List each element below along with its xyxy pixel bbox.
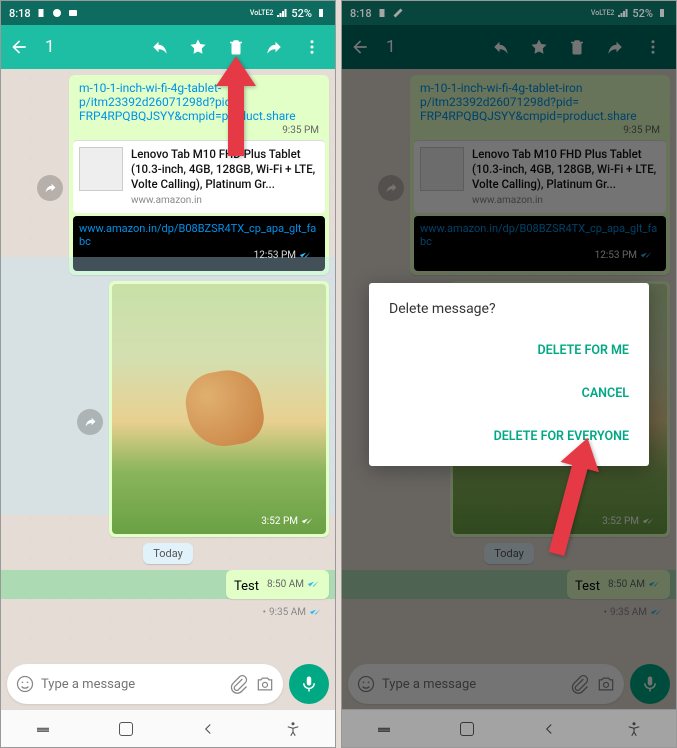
delete-for-me-button[interactable]: DELETE FOR ME bbox=[369, 329, 649, 372]
back-nav-icon[interactable] bbox=[199, 720, 217, 738]
status-time: 8:18 bbox=[9, 7, 31, 20]
chat-area: m-10-1-inch-wi-fi-4g-tablet-p/itm23392d2… bbox=[1, 69, 335, 659]
reply-icon[interactable] bbox=[151, 38, 169, 56]
preview-title: Lenovo Tab M10 FHD Plus Tablet (10.3-inc… bbox=[131, 147, 319, 192]
delete-for-everyone-button[interactable]: DELETE FOR EVERYONE bbox=[369, 415, 649, 458]
status-bar: 8:18 VoLTE2 52% bbox=[1, 1, 335, 25]
forward-badge-icon[interactable] bbox=[77, 409, 103, 435]
attach-icon[interactable] bbox=[229, 674, 249, 694]
notification-icon bbox=[51, 7, 63, 19]
photo-thumbnail[interactable] bbox=[112, 284, 326, 534]
message-icon bbox=[67, 7, 79, 19]
selection-action-bar: 1 bbox=[1, 25, 335, 69]
star-icon[interactable] bbox=[189, 38, 207, 56]
camera-icon[interactable] bbox=[255, 674, 275, 694]
message-input[interactable] bbox=[41, 677, 223, 692]
forward-badge-icon[interactable] bbox=[37, 175, 63, 201]
mic-button[interactable] bbox=[289, 664, 329, 704]
dialog-title: Delete message? bbox=[369, 301, 649, 329]
input-bar bbox=[1, 659, 335, 709]
amazon-link: www.amazon.in/dp/B08BZSR4TX_cp_apa_glt_f… bbox=[79, 222, 319, 248]
link-message[interactable]: m-10-1-inch-wi-fi-4g-tablet-p/itm23392d2… bbox=[69, 75, 329, 275]
signal-icon bbox=[276, 7, 288, 19]
volte-label: VoLTE2 bbox=[250, 10, 273, 17]
recents-icon[interactable] bbox=[34, 720, 52, 738]
image-message[interactable]: 3:52 PM bbox=[109, 281, 329, 537]
forward-icon[interactable] bbox=[265, 38, 283, 56]
link-preview[interactable]: Lenovo Tab M10 FHD Plus Tablet (10.3-inc… bbox=[73, 140, 325, 213]
cancel-button[interactable]: CANCEL bbox=[369, 372, 649, 415]
selection-count: 1 bbox=[45, 37, 143, 57]
battery-icon bbox=[315, 7, 327, 19]
date-pill: Today bbox=[143, 543, 193, 564]
preview-site: www.amazon.in bbox=[131, 194, 319, 207]
message-input-field[interactable] bbox=[7, 664, 283, 704]
delete-icon[interactable] bbox=[227, 38, 245, 56]
selected-message-row: Test 8:50 AM bbox=[1, 570, 335, 599]
battery-saver-icon bbox=[35, 7, 47, 19]
phone-left: 8:18 VoLTE2 52% 1 m-10-1-inch-wi-fi-4g-t… bbox=[0, 0, 336, 748]
preview-thumb bbox=[79, 147, 123, 191]
home-icon[interactable] bbox=[119, 722, 133, 736]
phone-right: 8:18 VoLTE2 52% 1 m-10-1-inch-wi-fi-4g-t… bbox=[341, 0, 677, 748]
dialog-overlay[interactable]: Delete message? DELETE FOR ME CANCEL DEL… bbox=[342, 1, 676, 747]
battery-pct: 52% bbox=[291, 7, 312, 20]
delete-dialog: Delete message? DELETE FOR ME CANCEL DEL… bbox=[369, 283, 649, 466]
accessibility-icon[interactable] bbox=[284, 720, 302, 738]
extra-time: • 9:35 AM bbox=[7, 605, 329, 620]
android-nav-bar bbox=[1, 709, 335, 747]
back-icon[interactable] bbox=[9, 37, 29, 57]
emoji-icon[interactable] bbox=[15, 674, 35, 694]
more-icon[interactable] bbox=[303, 38, 321, 56]
text-message[interactable]: Test 8:50 AM bbox=[226, 570, 329, 599]
